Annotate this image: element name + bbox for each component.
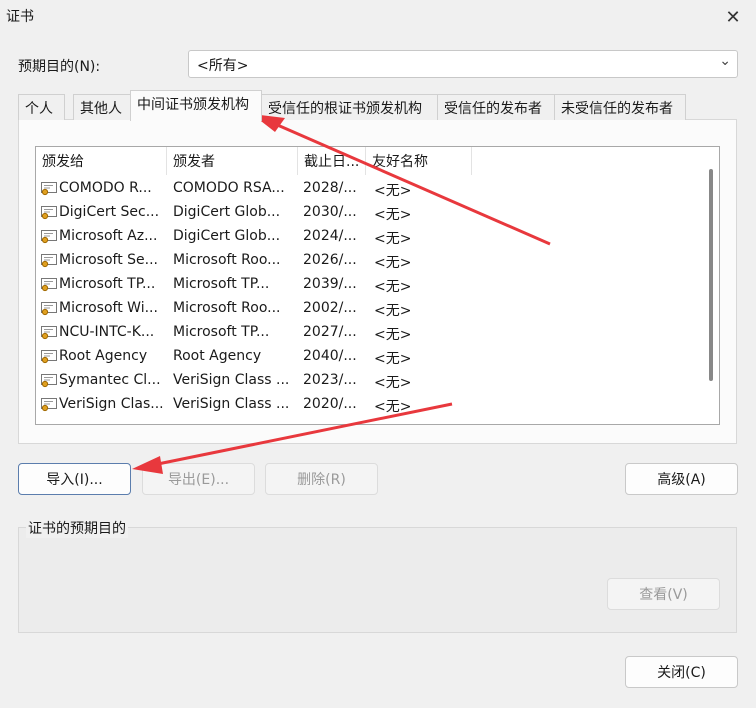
table-row[interactable]: VeriSign Clas... VeriSign Class ... 2020/.…: [36, 393, 706, 417]
cell-issued-by: Microsoft Roo...: [173, 300, 281, 316]
cell-expiration: 2030/...: [303, 204, 357, 220]
certificate-list[interactable]: 颁发给 颁发者 截止日... 友好名称 COMODO R... COMODO RS…: [35, 146, 720, 425]
cell-issued-to: Microsoft Az...: [59, 228, 158, 244]
cell-issued-by: Root Agency: [173, 348, 262, 364]
window-title: 证书: [6, 9, 34, 25]
cell-issued-by: Microsoft TP...: [173, 276, 270, 292]
cell-friendly-name: <无>: [374, 231, 412, 247]
cell-issued-to: NCU-INTC-K...: [59, 324, 155, 340]
cell-expiration: 2028/...: [303, 180, 357, 196]
cell-issued-by: COMODO RSA...: [173, 180, 285, 196]
col-issued-to[interactable]: 颁发给: [36, 147, 167, 175]
cell-expiration: 2040/...: [303, 348, 357, 364]
cell-expiration: 2026/...: [303, 252, 357, 268]
tab-personal[interactable]: 个人: [18, 94, 65, 120]
purpose-label: 预期目的(N):: [18, 59, 101, 75]
certificate-icon: [41, 302, 57, 316]
cell-issued-to: Microsoft TP...: [59, 276, 156, 292]
tab-intermediate-ca[interactable]: 中间证书颁发机构: [130, 90, 262, 121]
cell-friendly-name: <无>: [374, 303, 412, 319]
certificate-icon: [41, 230, 57, 244]
tab-other-people[interactable]: 其他人: [73, 94, 132, 120]
cell-issued-by: DigiCert Glob...: [173, 228, 281, 244]
table-row[interactable]: Microsoft TP... Microsoft TP... 2039/... <无…: [36, 273, 706, 297]
purpose-select[interactable]: <所有> ⌄: [188, 50, 738, 78]
cell-friendly-name: <无>: [374, 375, 412, 391]
cell-issued-by: DigiCert Glob...: [173, 204, 281, 220]
cell-issued-to: Microsoft Wi...: [59, 300, 158, 316]
cell-friendly-name: <无>: [374, 399, 412, 415]
tab-untrusted-publishers[interactable]: 未受信任的发布者: [554, 94, 686, 120]
col-issued-by[interactable]: 颁发者: [167, 147, 298, 175]
certificate-icon: [41, 206, 57, 220]
cell-expiration: 2024/...: [303, 228, 357, 244]
chevron-down-icon: ⌄: [719, 53, 731, 69]
table-row[interactable]: Microsoft Wi... Microsoft Roo... 2002/... <…: [36, 297, 706, 321]
cell-friendly-name: <无>: [374, 351, 412, 367]
cell-friendly-name: <无>: [374, 183, 412, 199]
tab-trusted-publishers[interactable]: 受信任的发布者: [437, 94, 555, 120]
list-header: 颁发给 颁发者 截止日... 友好名称: [36, 147, 719, 175]
certificate-icon: [41, 182, 57, 196]
cell-expiration: 2002/...: [303, 300, 357, 316]
table-row[interactable]: Root Agency Root Agency 2040/... <无>: [36, 345, 706, 369]
cell-expiration: 2023/...: [303, 372, 357, 388]
cell-issued-to: COMODO R...: [59, 180, 152, 196]
export-button[interactable]: 导出(E)...: [142, 463, 255, 495]
table-row[interactable]: DigiCert Sec... DigiCert Glob... 2030/... <…: [36, 201, 706, 225]
table-row[interactable]: COMODO R... COMODO RSA... 2028/... <无>: [36, 177, 706, 201]
cell-expiration: 2039/...: [303, 276, 357, 292]
table-row[interactable]: Microsoft Se... Microsoft Roo... 2026/... <…: [36, 249, 706, 273]
advanced-button[interactable]: 高级(A): [625, 463, 738, 495]
table-row[interactable]: NCU-INTC-K... Microsoft TP... 2027/... <无>: [36, 321, 706, 345]
purposes-group-label: 证书的预期目的: [26, 518, 128, 538]
cell-friendly-name: <无>: [374, 327, 412, 343]
table-row[interactable]: Symantec Cl... VeriSign Class ... 2023/...…: [36, 369, 706, 393]
cell-issued-to: VeriSign Clas...: [59, 396, 164, 412]
import-button[interactable]: 导入(I)...: [18, 463, 131, 495]
table-row[interactable]: Microsoft Az... DigiCert Glob... 2024/... <…: [36, 225, 706, 249]
cell-issued-by: VeriSign Class ...: [173, 396, 290, 412]
close-icon[interactable]: ✕: [710, 0, 756, 34]
col-friendly-name[interactable]: 友好名称: [366, 147, 472, 175]
cell-issued-to: Symantec Cl...: [59, 372, 161, 388]
purpose-value: <所有>: [197, 58, 249, 74]
cell-friendly-name: <无>: [374, 207, 412, 223]
certificate-icon: [41, 254, 57, 268]
cell-friendly-name: <无>: [374, 255, 412, 271]
close-button[interactable]: 关闭(C): [625, 656, 738, 688]
cell-issued-by: VeriSign Class ...: [173, 372, 290, 388]
remove-button[interactable]: 删除(R): [265, 463, 378, 495]
cell-issued-by: Microsoft TP...: [173, 324, 270, 340]
cell-friendly-name: <无>: [374, 279, 412, 295]
title-bar: 证书 ✕: [0, 0, 756, 34]
certificate-icon: [41, 326, 57, 340]
certificate-icon: [41, 278, 57, 292]
cell-issued-to: Microsoft Se...: [59, 252, 159, 268]
certificate-icon: [41, 350, 57, 364]
certificate-icon: [41, 398, 57, 412]
col-expiration[interactable]: 截止日...: [298, 147, 366, 175]
cell-issued-to: Root Agency: [59, 348, 148, 364]
scrollbar[interactable]: [709, 169, 713, 381]
cell-issued-to: DigiCert Sec...: [59, 204, 160, 220]
tab-trusted-root-ca[interactable]: 受信任的根证书颁发机构: [261, 94, 438, 120]
cell-issued-by: Microsoft Roo...: [173, 252, 281, 268]
cell-expiration: 2020/...: [303, 396, 357, 412]
view-button[interactable]: 查看(V): [607, 578, 720, 610]
certificate-icon: [41, 374, 57, 388]
cell-expiration: 2027/...: [303, 324, 357, 340]
